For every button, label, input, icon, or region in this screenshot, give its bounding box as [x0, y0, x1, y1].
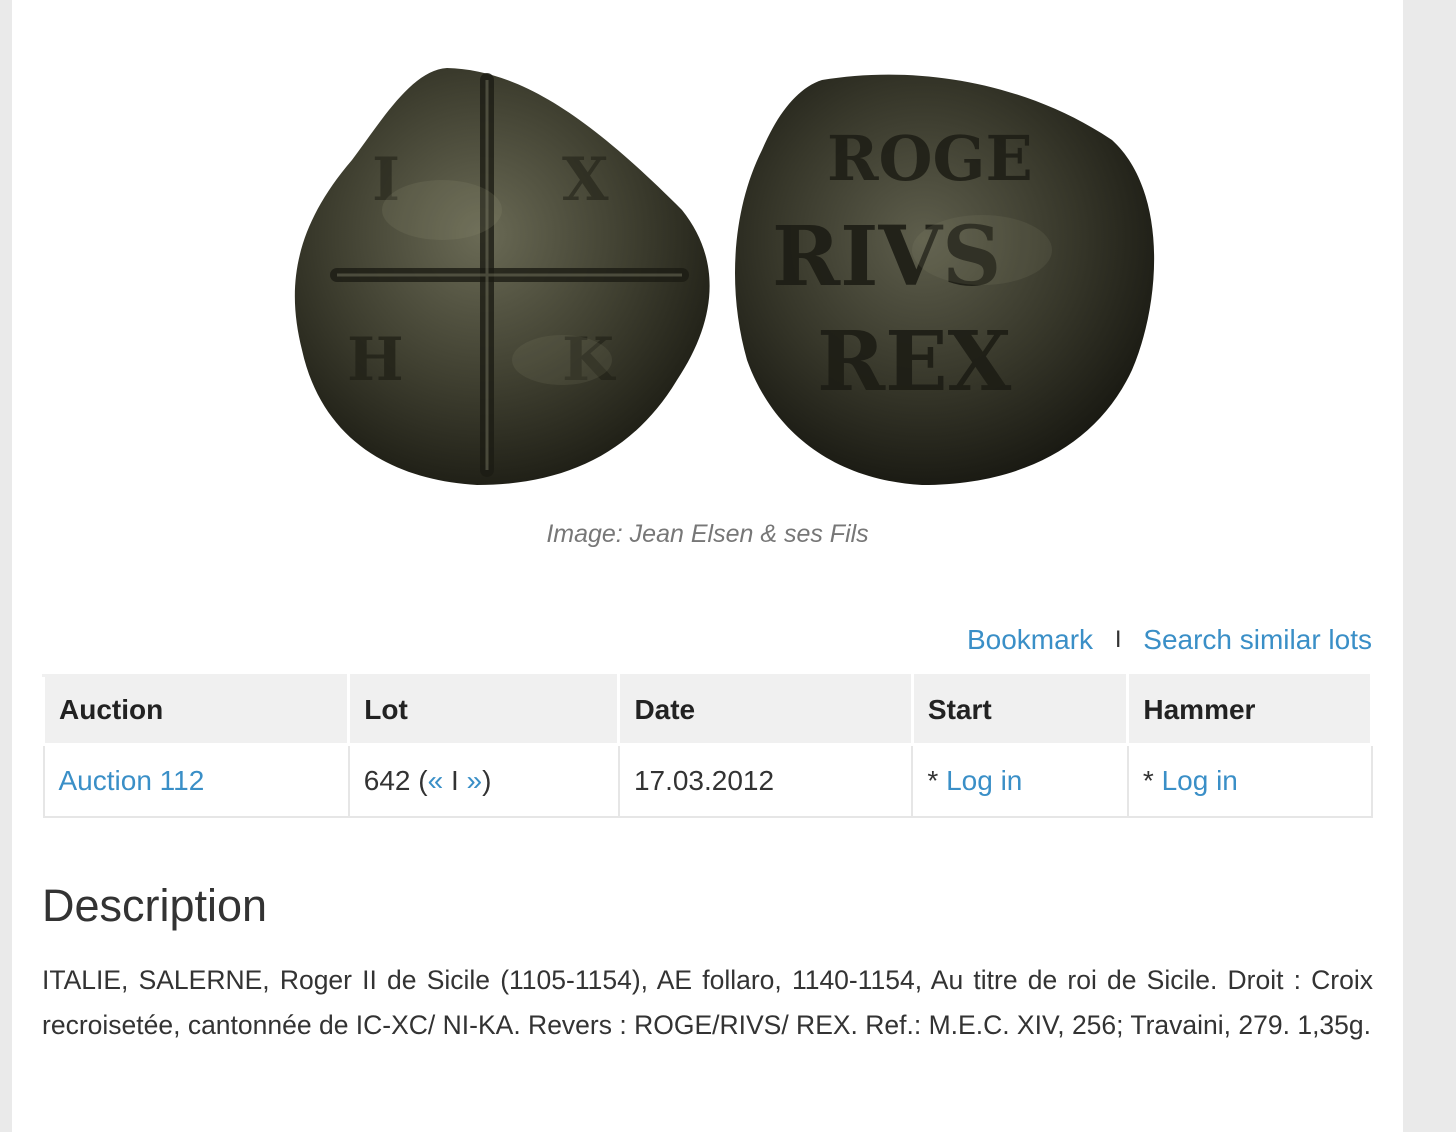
- header-auction: Auction: [41, 674, 351, 746]
- start-login-link[interactable]: Log in: [946, 765, 1022, 796]
- header-lot: Lot: [347, 674, 621, 746]
- coin-reverse: ROGE RIVS REX: [735, 74, 1155, 485]
- page: H K I X ROGE RIVS REX Image: Jean Elsen …: [12, 0, 1403, 1132]
- table-header-row: Auction Lot Date Start Hammer: [41, 674, 1373, 746]
- cell-lot: 642 (« I »): [347, 743, 620, 818]
- lot-nav-separator: I: [450, 765, 459, 796]
- lot-nav-open: (: [418, 765, 428, 796]
- cell-auction: Auction 112: [42, 743, 350, 818]
- image-caption: Image: Jean Elsen & ses Fils: [546, 520, 869, 548]
- description-text: ITALIE, SALERNE, Roger II de Sicile (110…: [42, 965, 1373, 1040]
- lot-number: 642: [363, 765, 411, 796]
- description-title: Description: [42, 880, 268, 931]
- svg-text:H: H: [347, 325, 404, 395]
- auction-link[interactable]: Auction 112: [59, 765, 205, 796]
- header-date: Date: [617, 674, 914, 746]
- coin-obverse: H K I X: [294, 68, 710, 485]
- table-row: Auction 112 642 (« I ») 17.03.2012 * Log…: [42, 743, 1373, 818]
- actions-separator: I: [1114, 626, 1122, 653]
- cell-date: 17.03.2012: [617, 743, 914, 818]
- lot-actions: Bookmark I Search similar lots: [967, 624, 1372, 656]
- cell-start: * Log in: [911, 743, 1129, 818]
- search-similar-lots-link[interactable]: Search similar lots: [1143, 624, 1372, 655]
- hammer-login-link[interactable]: Log in: [1162, 765, 1238, 796]
- reverse-legend-line-3: REX: [817, 314, 1012, 410]
- lot-table: Auction Lot Date Start Hammer Auction 11…: [41, 674, 1373, 818]
- coin-image[interactable]: H K I X ROGE RIVS REX: [262, 60, 1167, 495]
- header-hammer: Hammer: [1126, 674, 1373, 746]
- svg-text:X: X: [562, 145, 609, 215]
- cell-hammer: * Log in: [1126, 743, 1373, 818]
- reverse-legend-line-1: ROGE: [827, 122, 1033, 195]
- lot-nav-close: ): [482, 765, 492, 796]
- bookmark-link[interactable]: Bookmark: [967, 624, 1093, 655]
- coin-photo: H K I X ROGE RIVS REX: [294, 68, 1155, 485]
- start-asterisk: *: [927, 765, 947, 796]
- hammer-asterisk: *: [1142, 765, 1162, 796]
- header-start: Start: [910, 674, 1130, 746]
- next-lot-link[interactable]: »: [467, 765, 483, 796]
- previous-lot-link[interactable]: «: [428, 765, 444, 796]
